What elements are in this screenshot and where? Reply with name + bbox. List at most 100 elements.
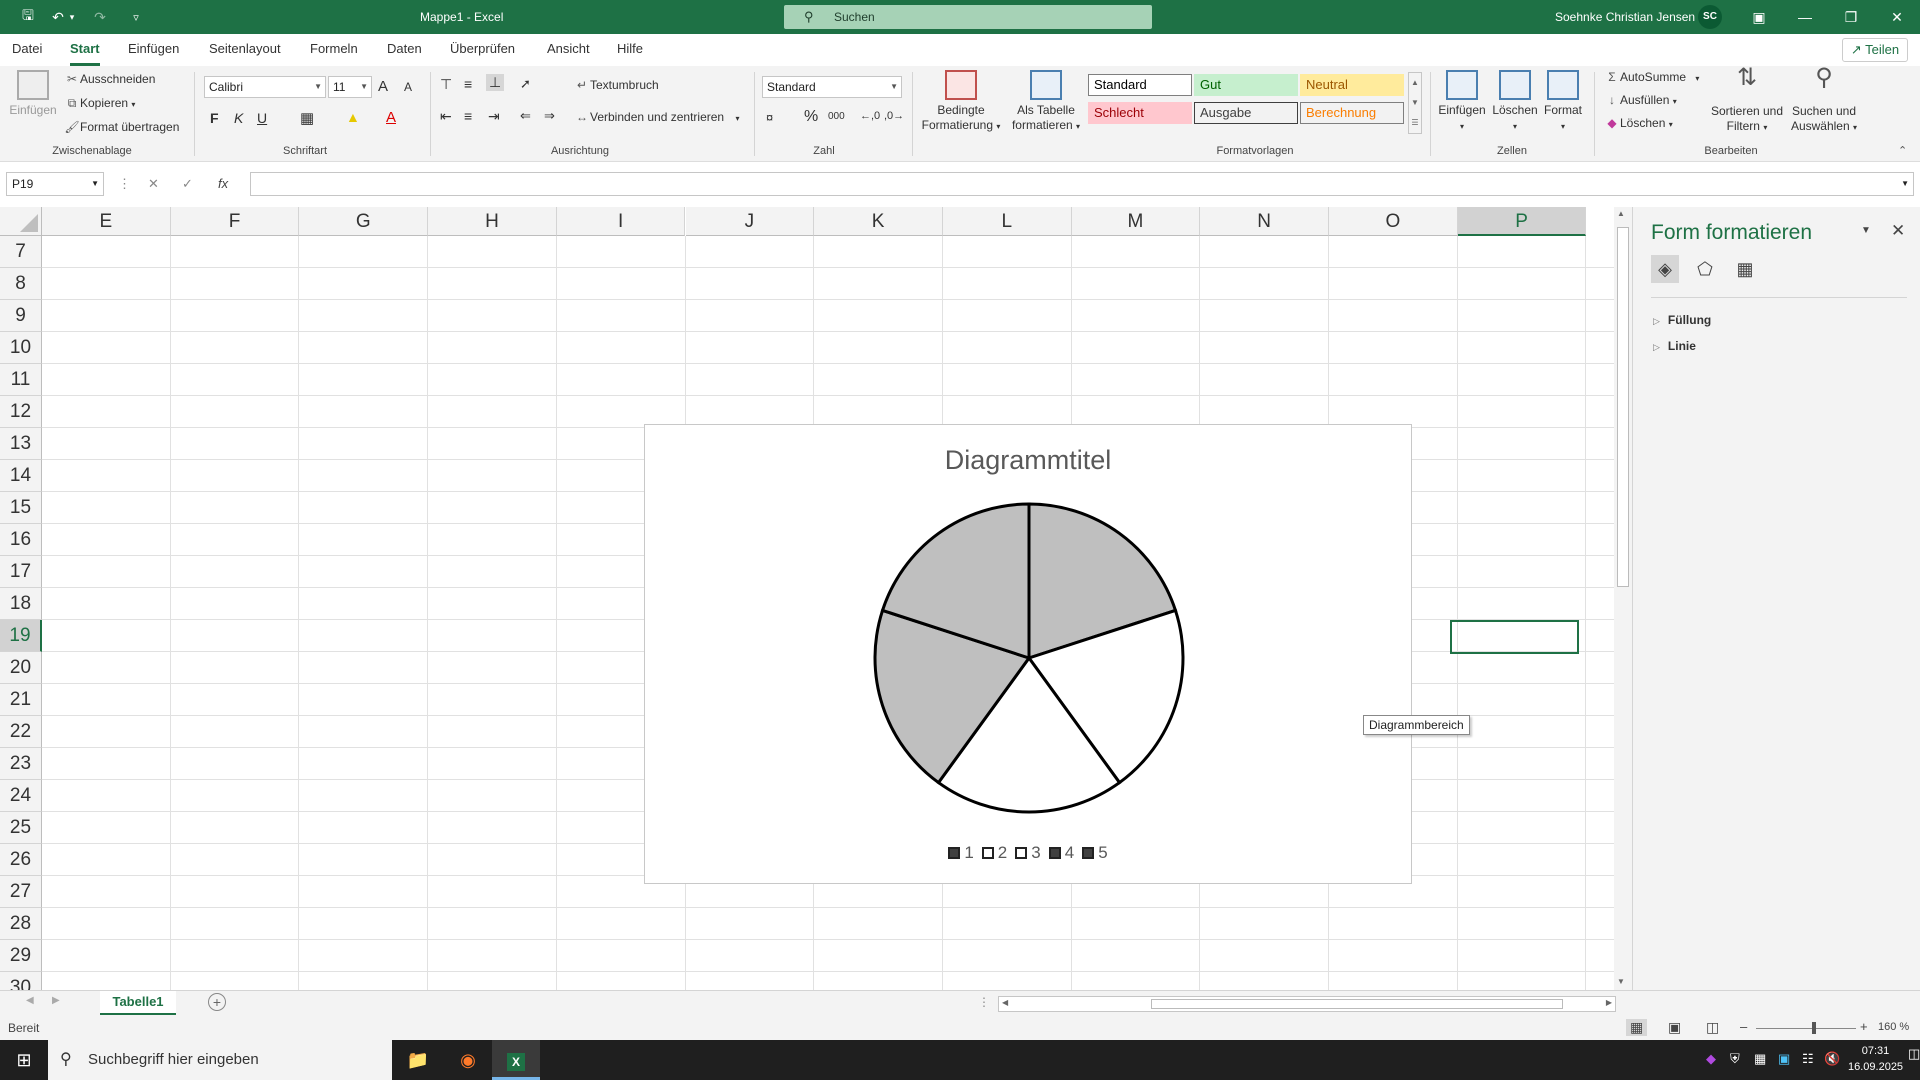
clock[interactable]: 07:31 16.09.2025 (1848, 1043, 1903, 1075)
cell-style-gut[interactable]: Gut (1194, 74, 1298, 96)
italic-button[interactable]: K (234, 110, 243, 126)
section-line[interactable]: ▷ Linie (1653, 339, 1696, 353)
legend-item[interactable]: 4 (1048, 843, 1074, 863)
tab-daten[interactable]: Daten (387, 34, 422, 66)
file-explorer-icon[interactable]: 📁 (394, 1040, 442, 1080)
format-cells-button[interactable]: Format ▾ (1540, 70, 1586, 134)
wrap-text-button[interactable]: ↵ Textumbruch (574, 78, 659, 92)
tray-grid-icon[interactable]: ▦ (1754, 1051, 1766, 1067)
insert-function-button[interactable]: fx (218, 172, 228, 196)
scroll-thumb[interactable] (1151, 999, 1563, 1009)
pie-chart[interactable] (645, 425, 1413, 825)
scroll-left-icon[interactable]: ◀ (1002, 998, 1008, 1007)
orientation-icon[interactable]: ➚ (520, 76, 531, 92)
row-header[interactable]: 14 (0, 460, 42, 492)
row-header[interactable]: 15 (0, 492, 42, 524)
selected-cell[interactable] (1450, 620, 1579, 654)
cell-style-berechnung[interactable]: Berechnung (1300, 102, 1404, 124)
insert-cells-button[interactable]: Einfügen ▾ (1436, 70, 1488, 134)
page-break-icon[interactable]: ◫ (1706, 1019, 1719, 1036)
enter-icon[interactable]: ✓ (182, 172, 193, 196)
vertical-scrollbar[interactable]: ▲ ▼ (1614, 207, 1632, 990)
security-icon[interactable]: ⛨ (1730, 1051, 1740, 1067)
row-header[interactable]: 20 (0, 652, 42, 684)
scroll-right-icon[interactable]: ▶ (1606, 998, 1612, 1007)
tab-formeln[interactable]: Formeln (310, 34, 358, 66)
name-box[interactable]: P19 ▼ (6, 172, 104, 196)
row-header[interactable]: 29 (0, 940, 42, 972)
row-header[interactable]: 9 (0, 300, 42, 332)
format-as-table-button[interactable]: Als Tabelle formatieren ▾ (1006, 70, 1086, 134)
page-layout-icon[interactable]: ▣ (1668, 1019, 1681, 1036)
font-color-icon[interactable]: A (386, 109, 396, 126)
zoom-out-icon[interactable]: – (1740, 1019, 1747, 1034)
row-header[interactable]: 22 (0, 716, 42, 748)
border-icon[interactable]: ▦ (300, 109, 314, 127)
styles-scroll[interactable]: ▲ ▼ ☰ (1408, 72, 1422, 134)
row-header[interactable]: 28 (0, 908, 42, 940)
scroll-down-icon[interactable]: ▼ (1617, 977, 1625, 986)
tab-ueberpruefen[interactable]: Überprüfen (450, 34, 515, 66)
bold-button[interactable]: F (210, 110, 219, 126)
legend-item[interactable]: 2 (981, 843, 1007, 863)
close-icon[interactable]: ✕ (1874, 0, 1920, 34)
column-header[interactable]: G (299, 207, 429, 236)
merge-center-button[interactable]: ↔ Verbinden und zentrieren ▾ (574, 110, 739, 124)
normal-view-icon[interactable]: ▦ (1626, 1019, 1648, 1036)
collapse-ribbon-icon[interactable]: ⌃ (1898, 144, 1907, 157)
row-header[interactable]: 25 (0, 812, 42, 844)
splitter-icon[interactable]: ⋮ (978, 995, 990, 1009)
search-box[interactable]: ⚲ Suchen (784, 5, 1152, 29)
column-header[interactable]: E (42, 207, 171, 236)
format-painter-button[interactable]: 🖌Format übertragen (64, 120, 179, 134)
column-header[interactable]: F (170, 207, 300, 236)
avatar[interactable]: SC (1698, 5, 1722, 29)
row-header[interactable]: 16 (0, 524, 42, 556)
row-header[interactable]: 12 (0, 396, 42, 428)
next-sheet-icon[interactable]: ▶ (52, 995, 60, 1006)
tray-app-icon[interactable]: ◆ (1706, 1051, 1716, 1067)
increase-decimal-icon[interactable]: ←,0 (860, 110, 880, 122)
sheet-tab[interactable]: Tabelle1 (100, 991, 176, 1015)
cut-button[interactable]: ✂ Ausschneiden (64, 72, 155, 86)
tab-datei[interactable]: Datei (12, 34, 42, 66)
decrease-decimal-icon[interactable]: ,0→ (884, 110, 904, 122)
zoom-in-icon[interactable]: + (1860, 1019, 1868, 1034)
prev-sheet-icon[interactable]: ◀ (26, 995, 34, 1006)
copy-button[interactable]: ⧉ Kopieren ▾ (64, 96, 136, 111)
sort-filter-button[interactable]: ⇅ Sortieren und Filtern ▾ (1708, 66, 1786, 135)
align-center-icon[interactable]: ≡ (464, 108, 472, 124)
cell-style-standard[interactable]: Standard (1088, 74, 1192, 96)
cancel-icon[interactable]: ✕ (148, 172, 159, 196)
legend-item[interactable]: 1 (948, 843, 974, 863)
conditional-formatting-button[interactable]: Bedingte Formatierung ▾ (918, 70, 1004, 134)
volume-mute-icon[interactable]: 🔇 (1824, 1051, 1840, 1067)
row-header[interactable]: 21 (0, 684, 42, 716)
windows-start-icon[interactable]: ⊞ (0, 1040, 48, 1080)
cell-style-schlecht[interactable]: Schlecht (1088, 102, 1192, 124)
column-header[interactable]: P (1457, 207, 1587, 236)
undo-dropdown-icon[interactable]: ▾ (64, 0, 80, 34)
row-header[interactable]: 11 (0, 364, 42, 396)
align-top-icon[interactable]: ⊤ (440, 76, 452, 93)
column-header[interactable]: J (685, 207, 815, 236)
tab-start[interactable]: Start (70, 34, 100, 66)
row-header[interactable]: 24 (0, 780, 42, 812)
customize-toolbar-icon[interactable]: ▿ (122, 0, 150, 34)
delete-cells-button[interactable]: Löschen ▾ (1490, 70, 1540, 134)
share-button[interactable]: ↗ Teilen (1842, 38, 1908, 62)
percent-button[interactable]: % (804, 108, 818, 126)
tab-einfuegen[interactable]: Einfügen (128, 34, 179, 66)
tab-seitenlayout[interactable]: Seitenlayout (209, 34, 281, 66)
decrease-indent-icon[interactable]: ⇐ (520, 108, 531, 124)
size-properties-icon[interactable]: ▦ (1731, 255, 1759, 283)
fill-line-icon[interactable]: ◈ (1651, 255, 1679, 283)
font-size-select[interactable]: 11 ▼ (328, 76, 372, 98)
select-all-corner[interactable] (0, 207, 42, 236)
row-header[interactable]: 19 (0, 620, 42, 652)
firefox-icon[interactable]: ◉ (444, 1040, 492, 1080)
zoom-level[interactable]: 160 % (1878, 1021, 1909, 1033)
number-format-select[interactable]: Standard ▼ (762, 76, 902, 98)
column-header[interactable]: O (1329, 207, 1458, 236)
legend-item[interactable]: 5 (1082, 843, 1108, 863)
